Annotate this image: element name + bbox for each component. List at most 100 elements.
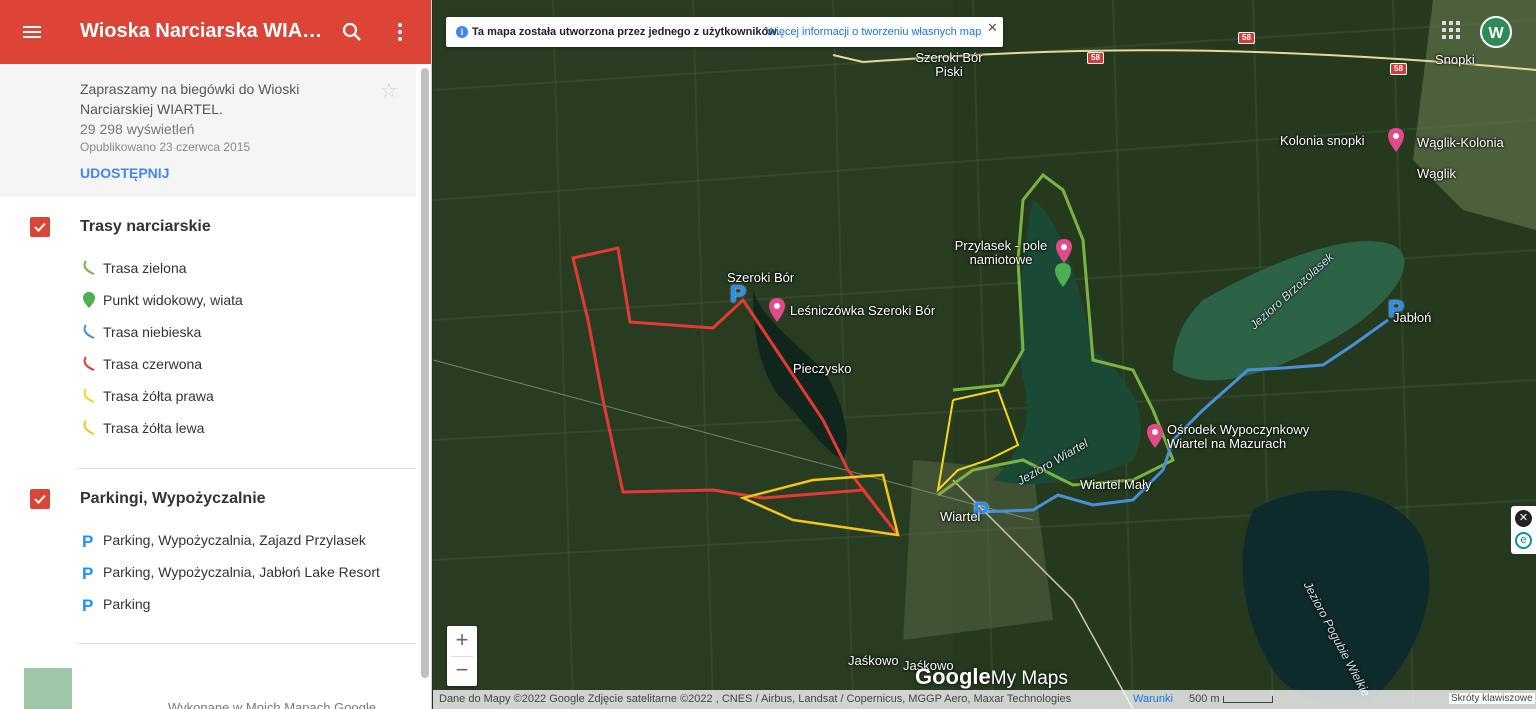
map-legend-panel: Wioska Narciarska WIART... Zapraszamy na… bbox=[0, 0, 432, 709]
apps-grid-icon[interactable] bbox=[1441, 20, 1461, 40]
legend-item-trasa-zolta-lewa[interactable]: Trasa żółta lewa bbox=[80, 417, 410, 441]
zoom-controls: + − bbox=[447, 626, 477, 686]
place-label: Pieczysko bbox=[793, 361, 852, 376]
place-label: Jaśkowo bbox=[848, 653, 899, 668]
banner-text: Ta mapa została utworzona przez jednego … bbox=[472, 26, 780, 38]
legend-item-trasa-zielona[interactable]: Trasa zielona bbox=[80, 257, 410, 281]
divider bbox=[78, 468, 416, 469]
map-info-section: Zapraszamy na biegówki do Wioski Narciar… bbox=[0, 64, 416, 197]
share-button[interactable]: UDOSTĘPNIJ bbox=[80, 165, 169, 181]
place-label: Wiartel bbox=[940, 509, 981, 524]
checkmark-icon bbox=[34, 494, 46, 504]
place-label: Jabłoń bbox=[1393, 310, 1432, 325]
legend-item-trasa-niebieska[interactable]: Trasa niebieska bbox=[80, 321, 410, 345]
place-label: Szeroki Bór bbox=[727, 270, 795, 285]
road-58-shield: 58 bbox=[1390, 63, 1407, 75]
place-label: Wąglik-Kolonia bbox=[1417, 135, 1504, 150]
terms-link[interactable]: Warunki bbox=[1133, 693, 1173, 705]
made-with-text: Wykonane w Moich Mapach Google bbox=[168, 700, 376, 709]
star-icon[interactable]: ☆ bbox=[380, 78, 398, 103]
map-pin-icon bbox=[83, 292, 95, 308]
place-label: Kolonia snopki bbox=[1280, 133, 1365, 148]
place-label: Przylasek - pole namiotowe bbox=[954, 238, 1048, 267]
place-label: Leśniczówka Szeroki Bór bbox=[790, 303, 936, 318]
legend-item-label: Parking bbox=[103, 596, 151, 612]
parking-icon[interactable]: P bbox=[730, 281, 746, 309]
map-thumbnail bbox=[24, 668, 72, 709]
legend-item-label: Trasa żółta lewa bbox=[103, 420, 205, 436]
close-circle-icon[interactable]: ✕ bbox=[1515, 510, 1532, 527]
hamburger-menu-icon[interactable] bbox=[20, 20, 44, 44]
place-label: Wąglik bbox=[1417, 166, 1457, 181]
keyboard-shortcuts-button[interactable]: Skróty klawiszowe bbox=[1449, 693, 1535, 704]
zoom-in-button[interactable]: + bbox=[447, 626, 477, 656]
map-description: Zapraszamy na biegówki do Wioski Narciar… bbox=[80, 81, 300, 117]
place-label: Snopki bbox=[1435, 52, 1475, 67]
route-line-icon bbox=[83, 420, 95, 435]
published-date: Opublikowano 23 czerwca 2015 bbox=[80, 140, 251, 154]
parking-icon: P bbox=[82, 532, 93, 549]
logo-mymaps: My Maps bbox=[990, 668, 1068, 689]
legend-item-parking[interactable]: P Parking bbox=[80, 593, 410, 617]
place-label: Wiartel Mały bbox=[1080, 477, 1152, 492]
account-avatar[interactable]: W bbox=[1480, 16, 1512, 48]
extension-icon[interactable]: e bbox=[1515, 532, 1532, 549]
poi-pin-icon[interactable] bbox=[1054, 238, 1074, 264]
checkmark-icon bbox=[34, 222, 46, 232]
place-label: Ośrodek Wypoczynkowy Wiartel na Mazurach bbox=[1167, 422, 1310, 451]
svg-text:P: P bbox=[82, 564, 93, 581]
layer-1-checkbox[interactable] bbox=[30, 217, 50, 237]
legend-item-label: Trasa zielona bbox=[103, 260, 187, 276]
google-my-maps-logo: GoogleMy Maps bbox=[915, 664, 1068, 690]
more-vert-icon[interactable] bbox=[388, 20, 412, 44]
view-count: 29 298 wyświetleń bbox=[80, 121, 195, 137]
attribution-text: Dane do Mapy ©2022 Google Zdjęcie sateli… bbox=[439, 693, 1072, 705]
route-line-icon bbox=[83, 388, 95, 403]
svg-text:P: P bbox=[82, 532, 93, 549]
map-canvas[interactable]: P P P 58 58 58 Szeroki Bór Piski Snopki … bbox=[433, 0, 1536, 709]
user-map-notice-banner: i Ta mapa została utworzona przez jedneg… bbox=[446, 17, 1003, 47]
parking-icon: P bbox=[82, 596, 93, 613]
info-icon: i bbox=[456, 26, 468, 38]
poi-pin-icon[interactable] bbox=[1386, 127, 1406, 153]
legend-item-trasa-zolta-prawa[interactable]: Trasa żółta prawa bbox=[80, 385, 410, 409]
layer-2-checkbox[interactable] bbox=[30, 489, 50, 509]
divider bbox=[451, 656, 473, 657]
map-footer: Dane do Mapy ©2022 Google Zdjęcie sateli… bbox=[433, 690, 1536, 709]
legend-item-trasa-czerwona[interactable]: Trasa czerwona bbox=[80, 353, 410, 377]
poi-pin-icon[interactable] bbox=[1145, 423, 1165, 449]
route-line-icon bbox=[83, 356, 95, 371]
legend-item-label: Punkt widokowy, wiata bbox=[103, 292, 243, 308]
legend-item-label: Trasa żółta prawa bbox=[103, 388, 214, 404]
search-icon[interactable] bbox=[340, 20, 364, 44]
scale-bar bbox=[1223, 696, 1273, 703]
legend-item-parking-jablon[interactable]: P Parking, Wypożyczalnia, Jabłoń Lake Re… bbox=[80, 561, 410, 585]
learn-more-link[interactable]: Więcej informacji o tworzeniu własnych m… bbox=[766, 26, 981, 38]
route-line-icon bbox=[83, 260, 95, 275]
legend-item-label: Parking, Wypożyczalnia, Jabłoń Lake Reso… bbox=[103, 564, 380, 580]
satellite-imagery bbox=[433, 0, 1536, 709]
parking-icon: P bbox=[82, 564, 93, 581]
logo-google: Google bbox=[915, 664, 991, 689]
close-icon[interactable]: ✕ bbox=[987, 20, 998, 36]
panel-header: Wioska Narciarska WIART... bbox=[0, 0, 431, 64]
legend-item-parking-przylasek[interactable]: P Parking, Wypożyczalnia, Zajazd Przylas… bbox=[80, 529, 410, 553]
panel-scrollbar[interactable] bbox=[421, 68, 429, 678]
place-label: Szeroki Bór Piski bbox=[915, 50, 983, 79]
my-maps-app: Wioska Narciarska WIART... Zapraszamy na… bbox=[0, 0, 1536, 709]
legend-item-label: Trasa niebieska bbox=[103, 324, 202, 340]
scale-label: 500 m bbox=[1189, 693, 1220, 705]
poi-pin-icon[interactable] bbox=[767, 297, 787, 323]
legend-item-punkt-widokowy[interactable]: Punkt widokowy, wiata bbox=[80, 289, 410, 313]
side-widgets: ✕ e bbox=[1511, 506, 1536, 554]
svg-text:P: P bbox=[82, 596, 93, 613]
layer-1-title: Trasy narciarskie bbox=[80, 218, 211, 235]
legend-item-label: Trasa czerwona bbox=[103, 356, 203, 372]
route-line-icon bbox=[83, 324, 95, 339]
divider bbox=[78, 643, 416, 644]
map-title: Wioska Narciarska WIART... bbox=[80, 20, 330, 42]
viewpoint-pin-icon[interactable] bbox=[1053, 262, 1073, 288]
layer-2-title: Parkingi, Wypożyczalnie bbox=[80, 490, 266, 507]
road-58-shield: 58 bbox=[1238, 32, 1255, 44]
zoom-out-button[interactable]: − bbox=[447, 656, 477, 686]
